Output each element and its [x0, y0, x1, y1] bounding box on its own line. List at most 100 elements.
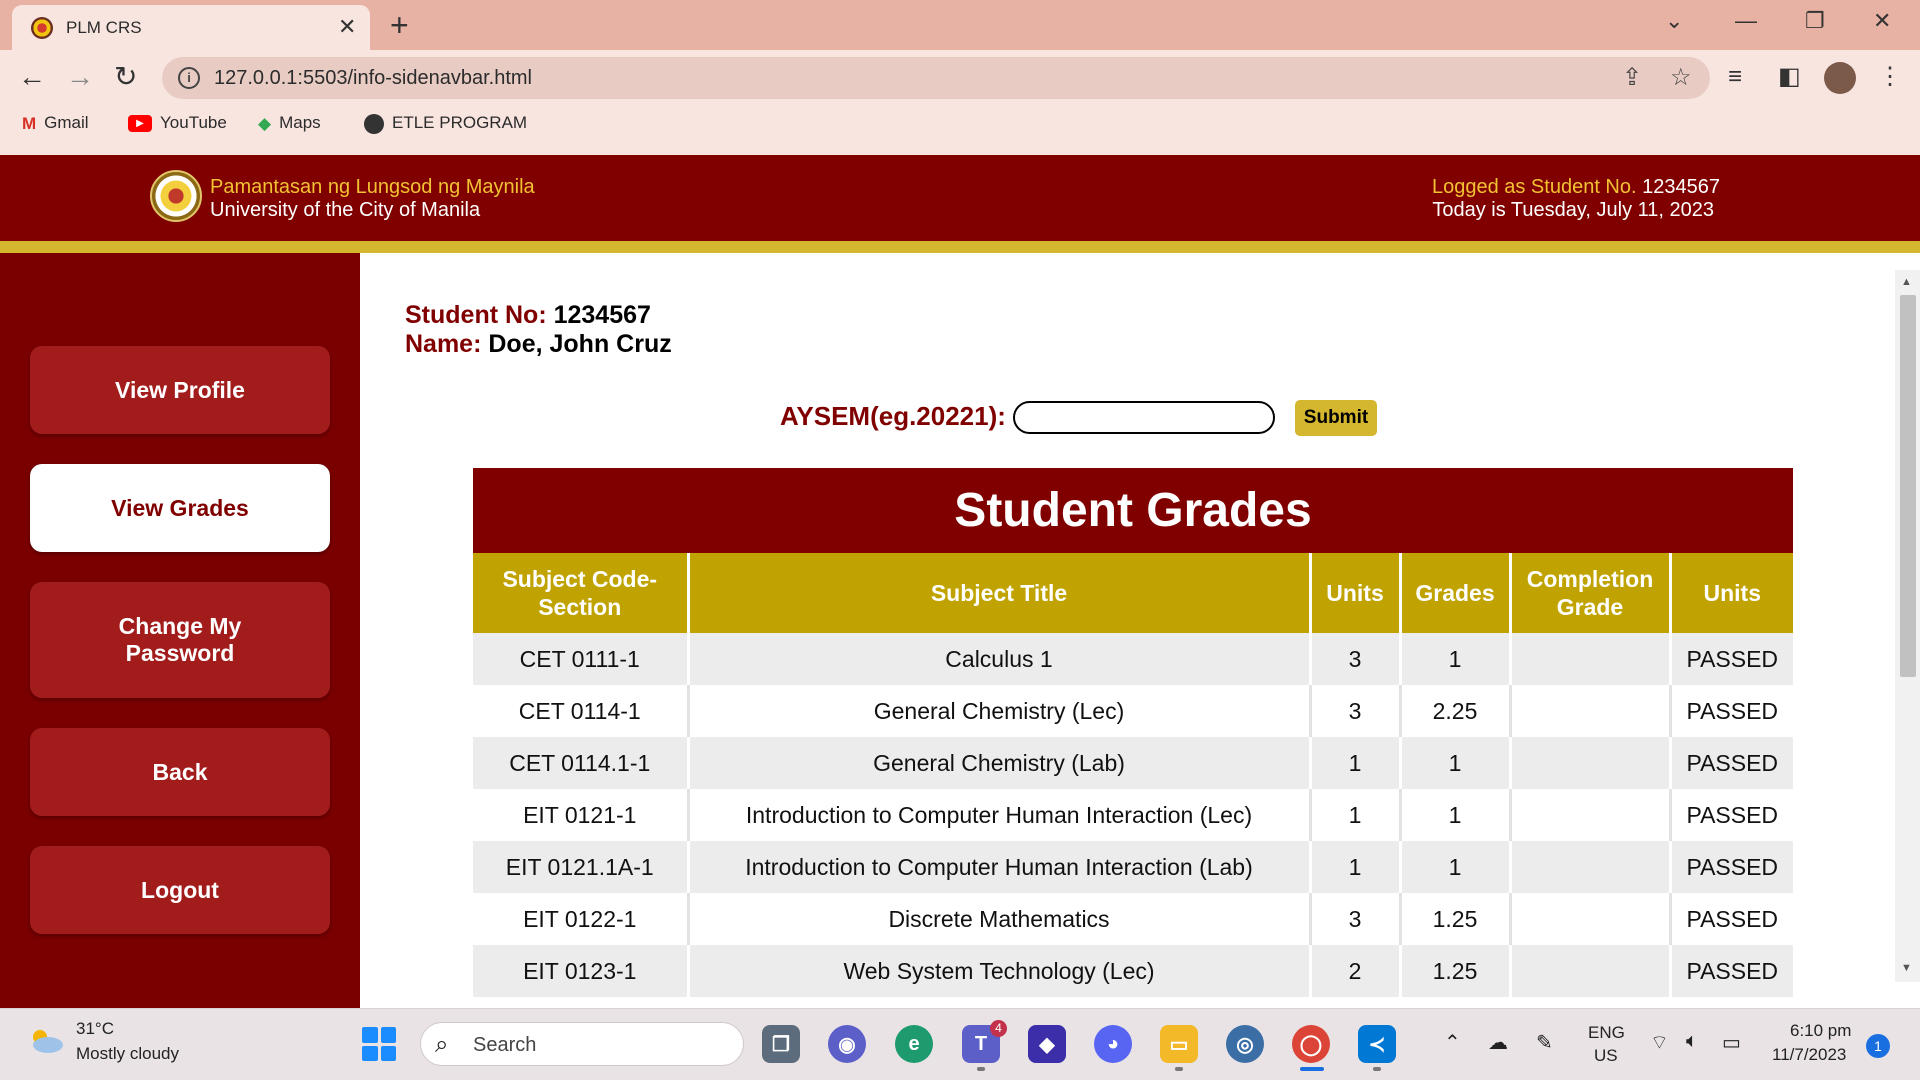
weather-temperature[interactable]: 31°C	[76, 1019, 114, 1039]
language-indicator[interactable]: ENG	[1588, 1023, 1625, 1043]
copilot-icon[interactable]: ◆	[1028, 1025, 1066, 1063]
cell-code: EIT 0121-1	[473, 789, 690, 841]
logout-button[interactable]: Logout	[30, 846, 330, 934]
bookmark-star-icon[interactable]: ☆	[1670, 63, 1692, 92]
media-queue-icon[interactable]: ≡	[1728, 62, 1742, 92]
university-name: Pamantasan ng Lungsod ng Maynila	[210, 176, 535, 198]
cell-status: PASSED	[1670, 685, 1793, 737]
tray-overflow-chevron-icon[interactable]: ⌃	[1444, 1030, 1461, 1055]
cell-completion	[1510, 945, 1672, 997]
reload-icon[interactable]: ↻	[114, 62, 137, 92]
discord-icon[interactable]: ◕	[1094, 1025, 1132, 1063]
cell-status: PASSED	[1670, 945, 1793, 997]
submit-button[interactable]: Submit	[1295, 400, 1377, 436]
search-icon: ⌕	[435, 1031, 449, 1058]
tab-close-icon[interactable]: ✕	[338, 14, 356, 40]
cell-code: EIT 0121.1A-1	[473, 841, 690, 893]
restore-icon[interactable]: ❐	[1805, 8, 1825, 34]
view-profile-button[interactable]: View Profile	[30, 346, 330, 434]
today-date-text: Today is Tuesday, July 11, 2023	[1432, 199, 1714, 221]
notification-badge[interactable]: 1	[1866, 1034, 1890, 1058]
cell-units: 3	[1310, 633, 1402, 685]
clock-time[interactable]: 6:10 pm	[1790, 1021, 1851, 1041]
explorer-running-indicator	[1175, 1067, 1183, 1071]
table-row: CET 0114.1-1 General Chemistry (Lab) 1 1…	[473, 737, 1793, 789]
onedrive-cloud-icon[interactable]: ☁	[1488, 1030, 1508, 1055]
vscode-icon[interactable]: ≺	[1358, 1025, 1396, 1063]
cell-code: CET 0111-1	[473, 633, 690, 685]
weather-cloud-icon[interactable]	[28, 1028, 64, 1054]
scrollbar-thumb[interactable]	[1900, 295, 1916, 677]
cell-title: Discrete Mathematics	[688, 893, 1312, 945]
side-panel-icon[interactable]: ◧	[1778, 62, 1801, 92]
profile-avatar[interactable]	[1824, 62, 1856, 94]
student-name-line: Name: Doe, John Cruz	[405, 330, 672, 358]
weather-description[interactable]: Mostly cloudy	[76, 1044, 179, 1064]
tab-search-chevron-icon[interactable]: ⌄	[1665, 8, 1683, 34]
task-view-icon[interactable]: ❐	[762, 1025, 800, 1063]
university-name-english: University of the City of Manila	[210, 199, 481, 221]
back-button[interactable]: Back	[30, 728, 330, 816]
app-circle-icon[interactable]: ◎	[1226, 1025, 1264, 1063]
cell-completion	[1510, 685, 1672, 737]
change-password-button[interactable]: Change My Password	[30, 582, 330, 698]
teams-running-indicator	[977, 1067, 985, 1071]
forward-arrow-icon[interactable]: →	[66, 62, 94, 92]
taskbar-search[interactable]: ⌕ Search	[420, 1022, 744, 1066]
url-text[interactable]: 127.0.0.1:5503/info-sidenavbar.html	[214, 67, 532, 90]
aysem-input[interactable]	[1013, 401, 1275, 434]
student-name-value: Doe, John Cruz	[488, 330, 672, 358]
bookmark-gmail[interactable]: M Gmail	[22, 113, 89, 139]
col-subject-code: Subject Code-Section	[473, 553, 690, 633]
youtube-icon: ▶	[128, 115, 152, 133]
share-icon[interactable]: ⇪	[1622, 63, 1642, 92]
table-row: EIT 0121-1 Introduction to Computer Huma…	[473, 789, 1793, 841]
gmail-icon: M	[22, 113, 37, 133]
new-tab-icon[interactable]: +	[390, 9, 409, 41]
pen-menu-icon[interactable]: ✎	[1536, 1030, 1553, 1055]
browser-menu-icon[interactable]: ⋮	[1878, 62, 1902, 92]
bookmark-youtube[interactable]: ▶ YouTube	[128, 113, 227, 139]
cell-units: 3	[1310, 893, 1402, 945]
grades-title: Student Grades	[473, 468, 1793, 553]
cell-grade: 1.25	[1400, 945, 1512, 997]
cell-grade: 1.25	[1400, 893, 1512, 945]
aysem-label: AYSEM(eg.20221):	[780, 401, 1006, 431]
view-grades-button[interactable]: View Grades	[30, 464, 330, 552]
wifi-icon[interactable]: ⌔	[1650, 1030, 1669, 1055]
cell-units: 1	[1310, 737, 1402, 789]
back-arrow-icon[interactable]: ←	[18, 62, 46, 92]
grades-header-row: Subject Code-Section Subject Title Units…	[473, 553, 1793, 633]
volume-icon[interactable]: 🔈︎	[1686, 1030, 1698, 1053]
vscode-running-indicator	[1373, 1067, 1381, 1071]
globe-icon	[364, 113, 384, 134]
scroll-down-icon[interactable]: ▼	[1901, 962, 1912, 974]
cell-completion	[1510, 789, 1672, 841]
clock-date[interactable]: 11/7/2023	[1772, 1045, 1846, 1065]
chat-icon[interactable]: ◉	[828, 1025, 866, 1063]
start-windows-icon[interactable]	[362, 1027, 396, 1061]
cell-completion	[1510, 893, 1672, 945]
browser-tab[interactable]: PLM CRS ✕	[12, 5, 370, 50]
bookmark-etle-program[interactable]: ETLE PROGRAM	[364, 113, 527, 139]
header-divider	[0, 241, 1920, 253]
chrome-icon[interactable]: ◯	[1292, 1025, 1330, 1063]
bookmark-maps[interactable]: ◆ Maps	[258, 113, 321, 139]
close-window-icon[interactable]: ✕	[1873, 8, 1891, 34]
minimize-icon[interactable]: —	[1735, 8, 1757, 34]
logged-student-number: 1234567	[1642, 176, 1720, 198]
keyboard-layout-indicator[interactable]: US	[1594, 1046, 1618, 1066]
site-info-icon[interactable]: i	[178, 67, 200, 89]
maps-icon: ◆	[258, 113, 272, 133]
file-explorer-icon[interactable]: ▭	[1160, 1025, 1198, 1063]
tab-title: PLM CRS	[66, 18, 142, 37]
edge-browser-icon[interactable]: e	[895, 1025, 933, 1063]
table-row: EIT 0123-1 Web System Technology (Lec) 2…	[473, 945, 1793, 997]
sidebar: View Profile View Grades Change My Passw…	[0, 253, 360, 1008]
battery-icon[interactable]: ▭	[1722, 1030, 1741, 1055]
scroll-up-icon[interactable]: ▲	[1901, 276, 1912, 288]
cell-code: CET 0114.1-1	[473, 737, 690, 789]
plm-favicon-icon	[31, 17, 53, 39]
taskbar	[0, 1008, 1920, 1080]
address-bar[interactable]: i 127.0.0.1:5503/info-sidenavbar.html ⇪ …	[162, 57, 1710, 99]
